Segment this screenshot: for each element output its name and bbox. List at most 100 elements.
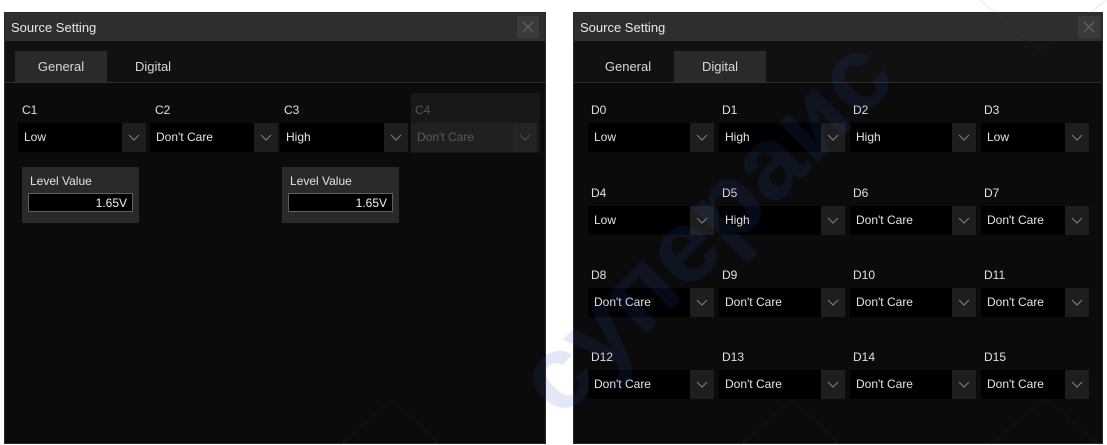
d3-state-dropdown[interactable]: Low [981, 123, 1089, 152]
chevron-down-icon [827, 299, 839, 306]
close-button[interactable] [1078, 16, 1100, 38]
dropdown-value: Low [987, 130, 1010, 144]
dropdown-value: Don't Care [417, 130, 474, 144]
d8-state-dropdown[interactable]: Don't Care [588, 288, 714, 317]
chevron-down-icon [696, 299, 708, 306]
dropdown-arrow [952, 370, 976, 399]
dropdown-arrow [690, 370, 714, 399]
dropdown-arrow [122, 123, 146, 152]
channel-label-d11: D11 [984, 268, 1006, 282]
d2-state-dropdown[interactable]: High [850, 123, 976, 152]
dropdown-arrow [1065, 123, 1089, 152]
chevron-down-icon [260, 134, 272, 141]
d10-state-dropdown[interactable]: Don't Care [850, 288, 976, 317]
d9-state-dropdown[interactable]: Don't Care [719, 288, 845, 317]
dropdown-value: Don't Care [987, 295, 1044, 309]
channel-label-d2: D2 [853, 103, 869, 117]
c4-state-dropdown: Don't Care [411, 123, 537, 152]
chevron-down-icon [958, 299, 970, 306]
channel-label-d3: D3 [984, 103, 1000, 117]
tab-digital[interactable]: Digital [107, 51, 199, 82]
d0-state-dropdown[interactable]: Low [588, 123, 714, 152]
channel-label-d13: D13 [722, 350, 745, 364]
tab-general[interactable]: General [15, 51, 107, 82]
dropdown-value: Don't Care [856, 295, 913, 309]
channel-label-c1: C1 [22, 103, 38, 117]
d14-state-dropdown[interactable]: Don't Care [850, 370, 976, 399]
close-button[interactable] [517, 16, 539, 38]
dropdown-value: Don't Care [156, 130, 213, 144]
dropdown-value: High [856, 130, 881, 144]
title-bar: Source Setting [574, 13, 1102, 41]
dropdown-value: High [286, 130, 311, 144]
dropdown-arrow [952, 288, 976, 317]
chevron-down-icon [1071, 381, 1083, 388]
dropdown-arrow [821, 123, 845, 152]
d7-state-dropdown[interactable]: Don't Care [981, 206, 1089, 235]
chevron-down-icon [827, 134, 839, 141]
c1-state-dropdown[interactable]: Low [18, 123, 146, 152]
chevron-down-icon [958, 134, 970, 141]
chevron-down-icon [1071, 134, 1083, 141]
source-setting-window-digital: Source Setting General Digital D0 Low D1 Hi… [573, 12, 1103, 444]
dropdown-value: Don't Care [987, 213, 1044, 227]
d11-state-dropdown[interactable]: Don't Care [981, 288, 1089, 317]
d13-state-dropdown[interactable]: Don't Care [719, 370, 845, 399]
channel-label-d6: D6 [853, 186, 869, 200]
dropdown-arrow [690, 206, 714, 235]
tab-bar: General Digital [574, 41, 1102, 83]
dropdown-arrow [384, 123, 408, 152]
dropdown-value: Low [594, 130, 617, 144]
chevron-down-icon [696, 217, 708, 224]
chevron-down-icon [958, 381, 970, 388]
dropdown-value: Don't Care [725, 295, 782, 309]
c2-state-dropdown[interactable]: Don't Care [150, 123, 278, 152]
chevron-down-icon [696, 134, 708, 141]
c3-state-dropdown[interactable]: High [280, 123, 408, 152]
dropdown-arrow [513, 123, 537, 152]
chevron-down-icon [827, 381, 839, 388]
channel-label-c2: C2 [155, 103, 171, 117]
tab-general[interactable]: General [582, 51, 674, 82]
dropdown-arrow [952, 123, 976, 152]
channel-label-d1: D1 [722, 103, 738, 117]
dropdown-arrow [690, 288, 714, 317]
dropdown-arrow [821, 206, 845, 235]
dropdown-value: Don't Care [987, 377, 1044, 391]
dropdown-arrow [690, 123, 714, 152]
level-value-label: Level Value [30, 174, 92, 188]
dropdown-value: High [725, 130, 750, 144]
chevron-down-icon [128, 134, 140, 141]
c3-level-value-input[interactable]: 1.65V [288, 193, 393, 212]
tab-digital[interactable]: Digital [674, 51, 766, 82]
dropdown-value: Don't Care [856, 377, 913, 391]
channel-label-c3: C3 [284, 103, 300, 117]
dropdown-arrow [1065, 288, 1089, 317]
channel-label-d4: D4 [591, 186, 607, 200]
dropdown-arrow [254, 123, 278, 152]
c1-level-value-group: Level Value 1.65V [22, 167, 139, 223]
d5-state-dropdown[interactable]: High [719, 206, 845, 235]
d4-state-dropdown[interactable]: Low [588, 206, 714, 235]
dropdown-arrow [821, 288, 845, 317]
title-bar: Source Setting [5, 13, 545, 41]
c3-level-value-group: Level Value 1.65V [282, 167, 399, 223]
channel-label-d15: D15 [984, 350, 1007, 364]
dropdown-value: Don't Care [725, 377, 782, 391]
channel-label-d10: D10 [853, 268, 876, 282]
chevron-down-icon [696, 381, 708, 388]
close-icon [1083, 21, 1095, 33]
channel-label-d8: D8 [591, 268, 607, 282]
dropdown-arrow [952, 206, 976, 235]
dropdown-value: High [725, 213, 750, 227]
channel-label-d0: D0 [591, 103, 607, 117]
chevron-down-icon [1071, 299, 1083, 306]
dropdown-value: Don't Care [856, 213, 913, 227]
dropdown-value: Don't Care [594, 295, 651, 309]
d6-state-dropdown[interactable]: Don't Care [850, 206, 976, 235]
c1-level-value-input[interactable]: 1.65V [28, 193, 133, 212]
d1-state-dropdown[interactable]: High [719, 123, 845, 152]
d12-state-dropdown[interactable]: Don't Care [588, 370, 714, 399]
channel-label-d7: D7 [984, 186, 1000, 200]
d15-state-dropdown[interactable]: Don't Care [981, 370, 1089, 399]
